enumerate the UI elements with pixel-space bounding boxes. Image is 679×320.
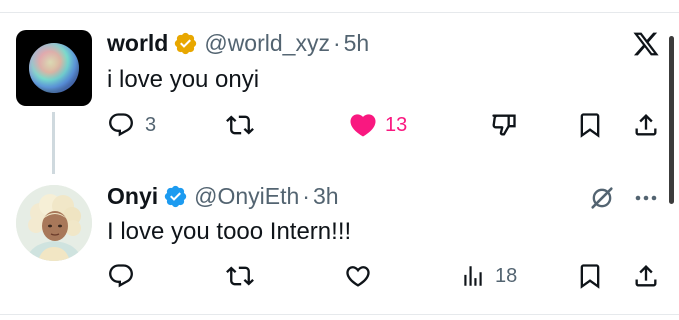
views-count: 18 <box>495 265 518 287</box>
reply-count: 3 <box>145 114 157 136</box>
repost-icon[interactable] <box>226 111 254 139</box>
share-icon[interactable] <box>632 111 660 139</box>
heart-icon[interactable] <box>348 110 378 140</box>
separator-dot: · <box>302 183 310 209</box>
profile-illustration <box>16 185 92 261</box>
repost-icon[interactable] <box>226 262 254 290</box>
blue-verified-badge-icon[interactable] <box>163 184 188 209</box>
heart-icon[interactable] <box>344 262 372 290</box>
views-icon[interactable] <box>460 263 486 289</box>
reply-icon[interactable] <box>107 262 135 290</box>
scrollbar[interactable] <box>669 36 674 204</box>
share-icon[interactable] <box>632 262 660 290</box>
bookmark-icon[interactable] <box>576 262 604 290</box>
bookmark-icon[interactable] <box>576 111 604 139</box>
author-name[interactable]: world <box>107 30 168 57</box>
bottom-divider <box>0 314 679 315</box>
gold-verified-badge-icon[interactable] <box>173 31 198 56</box>
author-name[interactable]: Onyi <box>107 183 158 210</box>
thread-connector <box>52 112 55 174</box>
avatar[interactable] <box>16 185 92 261</box>
post-time[interactable]: 3h <box>313 183 339 210</box>
x-logo-icon[interactable] <box>632 30 660 58</box>
post-text: I love you tooo Intern!!! <box>107 218 352 245</box>
world-logo-icon <box>29 43 79 93</box>
grok-icon[interactable] <box>588 184 616 212</box>
post-text: i love you onyi <box>107 66 260 93</box>
top-divider <box>0 12 679 13</box>
post-header: world @world_xyz · 5h <box>107 30 369 57</box>
dislike-icon[interactable] <box>490 111 518 139</box>
post-time[interactable]: 5h <box>344 30 370 57</box>
avatar[interactable] <box>16 30 92 106</box>
author-handle[interactable]: @OnyiEth <box>194 183 299 210</box>
like-count: 13 <box>385 114 408 136</box>
separator-dot: · <box>332 30 341 56</box>
post-header: Onyi @OnyiEth · 3h <box>107 183 339 210</box>
reply-icon[interactable] <box>107 111 135 139</box>
more-icon[interactable] <box>632 190 660 206</box>
author-handle[interactable]: @world_xyz <box>204 30 330 57</box>
